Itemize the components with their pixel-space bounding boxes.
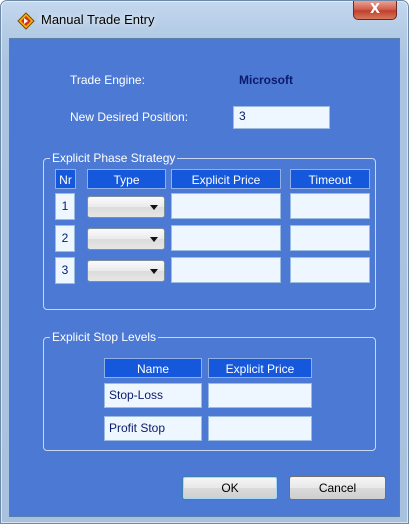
profit-stop-price-input[interactable] xyxy=(208,416,312,441)
row-nr: 2 xyxy=(55,225,75,252)
desired-position-input[interactable]: 3 xyxy=(233,106,330,129)
timeout-input[interactable] xyxy=(290,225,370,251)
desired-position-label: New Desired Position: xyxy=(70,110,189,124)
type-dropdown[interactable] xyxy=(87,196,165,218)
trade-engine-label: Trade Engine: xyxy=(70,73,145,87)
stop-loss-price-input[interactable] xyxy=(208,383,312,408)
stop-loss-label: Stop-Loss xyxy=(104,383,202,408)
header-name: Name xyxy=(104,358,202,378)
chevron-down-icon xyxy=(150,269,158,274)
chevron-down-icon xyxy=(150,205,158,210)
dialog-client-area: Trade Engine: Microsoft New Desired Posi… xyxy=(9,38,400,517)
stop-levels-group-title: Explicit Stop Levels xyxy=(50,330,159,344)
title-bar[interactable]: Manual Trade Entry X xyxy=(1,1,408,31)
header-explicit-price: Explicit Price xyxy=(171,169,281,189)
row-nr: 1 xyxy=(55,193,75,220)
type-dropdown[interactable] xyxy=(87,228,165,250)
phase-strategy-group: Explicit Phase Strategy Nr Type Explicit… xyxy=(43,151,376,310)
ok-button[interactable]: OK xyxy=(182,476,278,500)
cancel-button[interactable]: Cancel xyxy=(289,476,386,500)
trade-engine-value: Microsoft xyxy=(239,73,293,87)
close-icon: X xyxy=(369,2,381,17)
profit-stop-label: Profit Stop xyxy=(104,416,202,441)
chevron-down-icon xyxy=(150,237,158,242)
header-stop-explicit-price: Explicit Price xyxy=(208,358,312,378)
header-timeout: Timeout xyxy=(290,169,370,189)
trade-app-icon xyxy=(17,12,35,30)
row-nr: 3 xyxy=(55,257,75,284)
window-title: Manual Trade Entry xyxy=(41,12,155,27)
timeout-input[interactable] xyxy=(290,193,370,219)
type-dropdown[interactable] xyxy=(87,260,165,282)
phase-strategy-group-title: Explicit Phase Strategy xyxy=(50,151,178,165)
stop-levels-group: Explicit Stop Levels Name Explicit Price… xyxy=(43,330,376,451)
explicit-price-input[interactable] xyxy=(171,193,281,219)
dialog-window: Manual Trade Entry X Trade Engine: Micro… xyxy=(0,0,409,524)
close-button[interactable]: X xyxy=(353,1,397,20)
header-nr: Nr xyxy=(55,169,76,189)
explicit-price-input[interactable] xyxy=(171,225,281,251)
timeout-input[interactable] xyxy=(290,257,370,283)
explicit-price-input[interactable] xyxy=(171,257,281,283)
header-type: Type xyxy=(87,169,166,189)
